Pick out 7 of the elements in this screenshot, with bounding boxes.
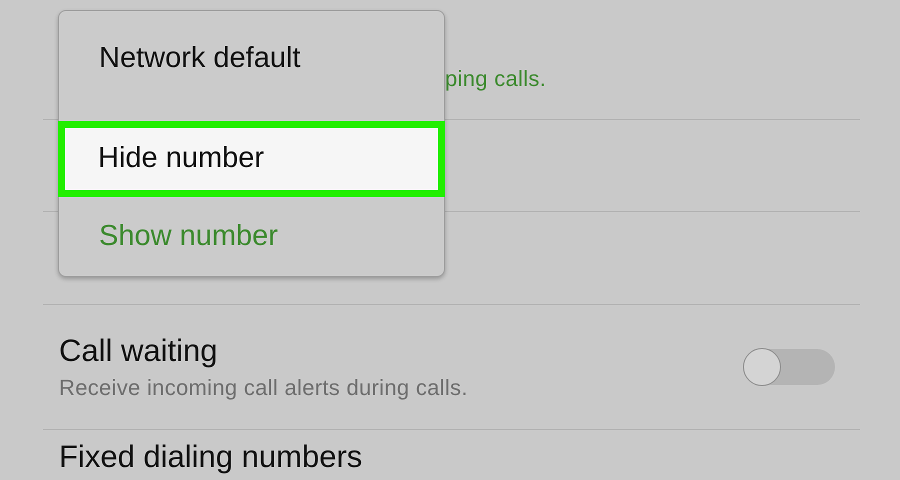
- setting-description: ping calls.: [445, 66, 546, 92]
- highlighted-menu-option[interactable]: Hide number: [58, 121, 445, 197]
- setting-title[interactable]: Fixed dialing numbers: [59, 439, 362, 474]
- setting-description: Receive incoming call alerts during calls.: [59, 375, 468, 401]
- setting-title[interactable]: Call waiting: [59, 333, 468, 369]
- toggle-switch[interactable]: [743, 349, 835, 385]
- menu-option[interactable]: Network default: [59, 32, 444, 108]
